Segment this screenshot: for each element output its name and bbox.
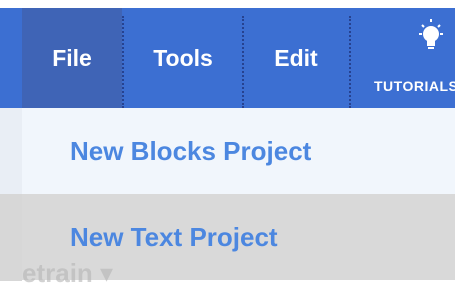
new-text-project-label: New Text Project [70,221,278,252]
file-dropdown-menu: New Blocks Project New Text Project [22,108,455,281]
menu-divider [349,16,351,108]
menu-file-label: File [52,44,92,71]
new-blocks-project-item[interactable]: New Blocks Project [22,108,455,194]
new-blocks-project-label: New Blocks Project [70,135,312,166]
menu-bar: File Tools Edit TUTORIALS [0,8,455,108]
menu-tools[interactable]: Tools [124,8,242,108]
left-background-strip-upper [0,108,22,194]
tutorials-label: TUTORIALS [374,78,455,94]
menu-edit[interactable]: Edit [244,8,348,108]
project-title-behind-menu: etrain ▾ [22,258,114,288]
lightbulb-icon [419,19,443,49]
tutorials-button[interactable]: TUTORIALS [360,8,455,108]
menu-edit-label: Edit [274,44,318,71]
menu-file[interactable]: File [22,8,122,108]
menu-tools-label: Tools [153,44,213,71]
